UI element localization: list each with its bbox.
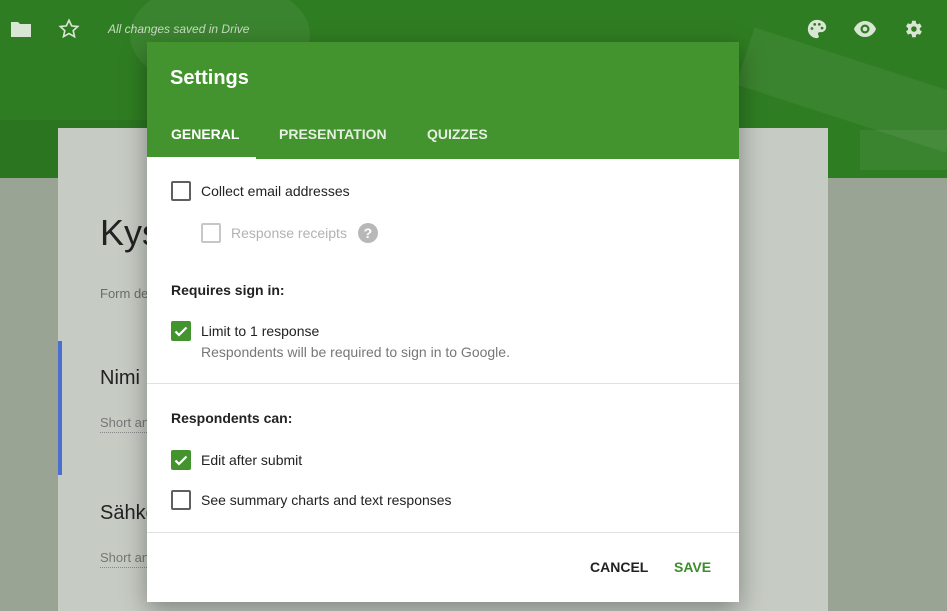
response-receipts-label: Response receipts (231, 225, 347, 241)
see-summary-option[interactable]: See summary charts and text responses (171, 490, 452, 510)
save-button[interactable]: SAVE (674, 559, 711, 575)
limit-one-response-checkbox[interactable] (171, 321, 191, 341)
gear-icon[interactable] (900, 16, 926, 42)
section-divider (147, 383, 739, 384)
see-summary-checkbox[interactable] (171, 490, 191, 510)
tab-general[interactable]: GENERAL (147, 120, 256, 159)
help-icon[interactable]: ? (357, 223, 378, 243)
edit-after-submit-label: Edit after submit (201, 452, 303, 468)
eye-icon[interactable] (852, 16, 878, 42)
dialog-header: Settings GENERAL PRESENTATION QUIZZES (147, 42, 739, 159)
requires-sign-in-heading: Requires sign in: (171, 282, 285, 298)
palette-icon[interactable] (804, 16, 830, 42)
form-description: Form de (100, 286, 149, 301)
tab-quizzes[interactable]: QUIZZES (404, 120, 524, 159)
active-question-indicator (58, 341, 62, 475)
collect-email-label: Collect email addresses (201, 183, 350, 199)
question-hint: Short an (100, 550, 150, 568)
question-title: Nimi (100, 367, 140, 389)
edit-after-submit-option[interactable]: Edit after submit (171, 450, 302, 470)
limit-one-response-label: Limit to 1 response (201, 323, 320, 339)
settings-dialog: Settings GENERAL PRESENTATION QUIZZES Co… (147, 42, 739, 602)
limit-one-response-description: Respondents will be required to sign in … (201, 344, 510, 360)
collect-email-checkbox[interactable] (171, 181, 191, 201)
checkmark-icon (174, 326, 188, 337)
checkmark-icon (174, 455, 188, 466)
edit-after-submit-checkbox[interactable] (171, 450, 191, 470)
response-receipts-option: Response receipts ? (201, 223, 378, 243)
save-status-text: All changes saved in Drive (108, 22, 250, 36)
respondents-can-heading: Respondents can: (171, 410, 293, 426)
header-decoration (860, 130, 947, 170)
collect-email-option[interactable]: Collect email addresses (171, 181, 350, 201)
dialog-title: Settings (170, 67, 249, 89)
response-receipts-checkbox (201, 223, 221, 243)
limit-one-response-option[interactable]: Limit to 1 response (171, 321, 319, 341)
cancel-button[interactable]: CANCEL (590, 559, 648, 575)
folder-icon[interactable] (8, 16, 34, 42)
settings-tabs: GENERAL PRESENTATION QUIZZES (147, 120, 524, 159)
star-icon[interactable] (56, 16, 82, 42)
footer-divider (147, 532, 739, 533)
tab-presentation[interactable]: PRESENTATION (256, 120, 404, 159)
see-summary-label: See summary charts and text responses (201, 492, 452, 508)
question-hint: Short an (100, 415, 150, 433)
